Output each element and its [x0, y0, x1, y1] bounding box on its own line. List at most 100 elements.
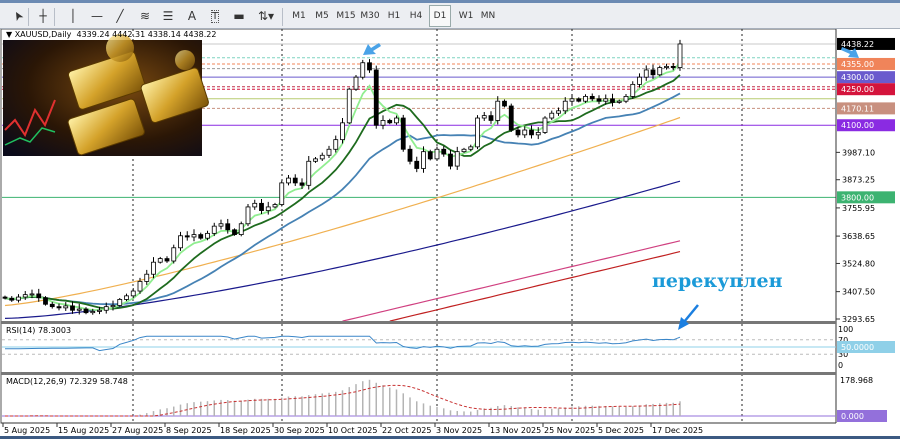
candle-bearish: [441, 148, 447, 155]
candle-bullish: [657, 67, 663, 76]
candle-bearish: [367, 62, 372, 71]
candle-bearish: [502, 100, 507, 107]
price-tick-label: 3407.50: [842, 288, 875, 297]
timeframe-h4[interactable]: H4: [405, 6, 427, 26]
candle-bullish: [421, 151, 426, 169]
candle-bullish: [144, 273, 150, 282]
candle-bullish: [238, 223, 244, 235]
horizontal-line-icon: —: [91, 9, 103, 23]
candle-bearish: [670, 65, 676, 68]
candle-bullish: [380, 120, 386, 126]
timeframe-m5[interactable]: M5: [311, 6, 333, 26]
current-price-label: 4438.22: [841, 40, 874, 49]
candle-bullish: [306, 160, 312, 186]
date-tick-label: 17 Dec 2025: [652, 426, 703, 435]
timeframe-d1[interactable]: D1: [429, 5, 451, 27]
candle-bullish: [245, 206, 251, 225]
toolbar: ➤ ┼ │ — ╱ ≋ ☰ A T ▬ ⇅▾ M1 M5 M15 M30 H1 H4 D1 W1 MN: [0, 0, 900, 29]
vertical-line-button[interactable]: │: [63, 6, 83, 26]
timeframe-m15[interactable]: M15: [335, 6, 357, 26]
candle-bullish: [313, 158, 318, 162]
candle-bullish: [63, 305, 69, 309]
candle-bullish: [22, 294, 28, 298]
macd-max-label: 178.968: [840, 376, 873, 385]
chart-canvas[interactable]: 3987.10 3873.25 3755.95 3638.65 3524.80 3407.…: [0, 0, 900, 439]
level-price-label: 4170.11: [841, 104, 874, 113]
level-price-label: 4300.00: [841, 73, 874, 82]
date-tick-label: 13 Nov 2025: [490, 426, 541, 435]
candle-bullish: [394, 117, 399, 124]
candle-bearish: [576, 98, 582, 102]
candle-bullish: [90, 311, 96, 314]
macd-pane-separator[interactable]: [1, 372, 836, 375]
macd-title: MACD(12,26,9) 72.329 58.748: [6, 377, 128, 386]
candle-bearish: [515, 129, 521, 136]
fibo-channel-button[interactable]: ≋: [135, 6, 155, 26]
candle-bullish: [97, 309, 102, 312]
candle-bearish: [9, 297, 15, 301]
candle-bullish: [677, 43, 683, 68]
candle-bullish: [569, 98, 575, 102]
candle-bullish: [76, 308, 82, 311]
rsi-pane-separator[interactable]: [1, 321, 836, 324]
candle-bullish: [664, 65, 669, 68]
trendline-button[interactable]: ╱: [110, 6, 130, 26]
candle-bullish: [103, 306, 109, 311]
text-icon: A: [187, 9, 197, 23]
arrows-dropdown-icon: ⇅▾: [257, 9, 275, 23]
horizontal-line-button[interactable]: —: [87, 6, 107, 26]
candle-bullish: [252, 202, 258, 208]
rectangle-icon: ▬: [233, 9, 245, 23]
cursor-button[interactable]: ➤: [8, 6, 28, 26]
candle-bearish: [373, 69, 379, 126]
fibo-channel-icon: ≋: [139, 9, 151, 23]
rectangle-button[interactable]: ▬: [229, 6, 249, 26]
candle-bullish: [535, 132, 541, 136]
candle-bearish: [508, 105, 514, 131]
vertical-line-icon: │: [69, 9, 77, 23]
crosshair-icon: ┼: [39, 9, 47, 23]
candle-bullish: [157, 258, 163, 263]
text-button[interactable]: A: [182, 6, 202, 26]
candle-bullish: [326, 148, 332, 156]
candle-bullish: [630, 83, 636, 97]
candle-bullish: [454, 151, 460, 167]
timeframe-m1[interactable]: M1: [288, 6, 310, 26]
arrows-dropdown-button[interactable]: ⇅▾: [256, 6, 276, 26]
candle-bearish: [650, 69, 656, 76]
candle-bullish: [583, 95, 588, 102]
toolbar-separator: [282, 8, 283, 26]
candle-bearish: [232, 229, 237, 235]
candle-bullish: [461, 148, 467, 153]
rsi-title: RSI(14) 78.3003: [6, 326, 71, 335]
timeframe-m30[interactable]: M30: [359, 6, 381, 26]
candle-bullish: [117, 299, 123, 306]
rsi-level-label: 0: [838, 361, 843, 370]
timeframe-h1[interactable]: H1: [383, 6, 405, 26]
candle-bullish: [205, 232, 210, 239]
timeframe-mn[interactable]: MN: [477, 6, 499, 26]
candle-bearish: [36, 293, 42, 299]
candle-bullish: [171, 247, 177, 262]
text-label-button[interactable]: T: [205, 6, 225, 26]
candle-bearish: [589, 95, 595, 100]
dropdown-arrow-icon[interactable]: ▼: [6, 30, 12, 39]
timeframe-w1[interactable]: W1: [455, 6, 477, 26]
date-tick-label: 10 Oct 2025: [328, 426, 377, 435]
candle-bullish: [360, 62, 366, 78]
candle-bullish: [623, 95, 629, 102]
gold-bars-image: [3, 34, 209, 156]
candle-bearish: [43, 297, 48, 305]
date-tick-label: 3 Nov 2025: [436, 426, 482, 435]
candle-bullish: [353, 76, 359, 90]
crosshair-button[interactable]: ┼: [33, 6, 53, 26]
candle-bearish: [164, 258, 170, 262]
toolbar-separator: [28, 8, 29, 26]
candle-bearish: [488, 115, 494, 121]
fibo-retracement-button[interactable]: ☰: [158, 6, 178, 26]
candle-bearish: [70, 305, 75, 311]
chart-header: ▼ XAUUSD,Daily 4339.24 4442.31 4338.14 4…: [6, 30, 216, 39]
date-tick-label: 18 Sep 2025: [220, 426, 271, 435]
candle-bearish: [292, 177, 298, 184]
date-tick-label: 22 Oct 2025: [382, 426, 431, 435]
